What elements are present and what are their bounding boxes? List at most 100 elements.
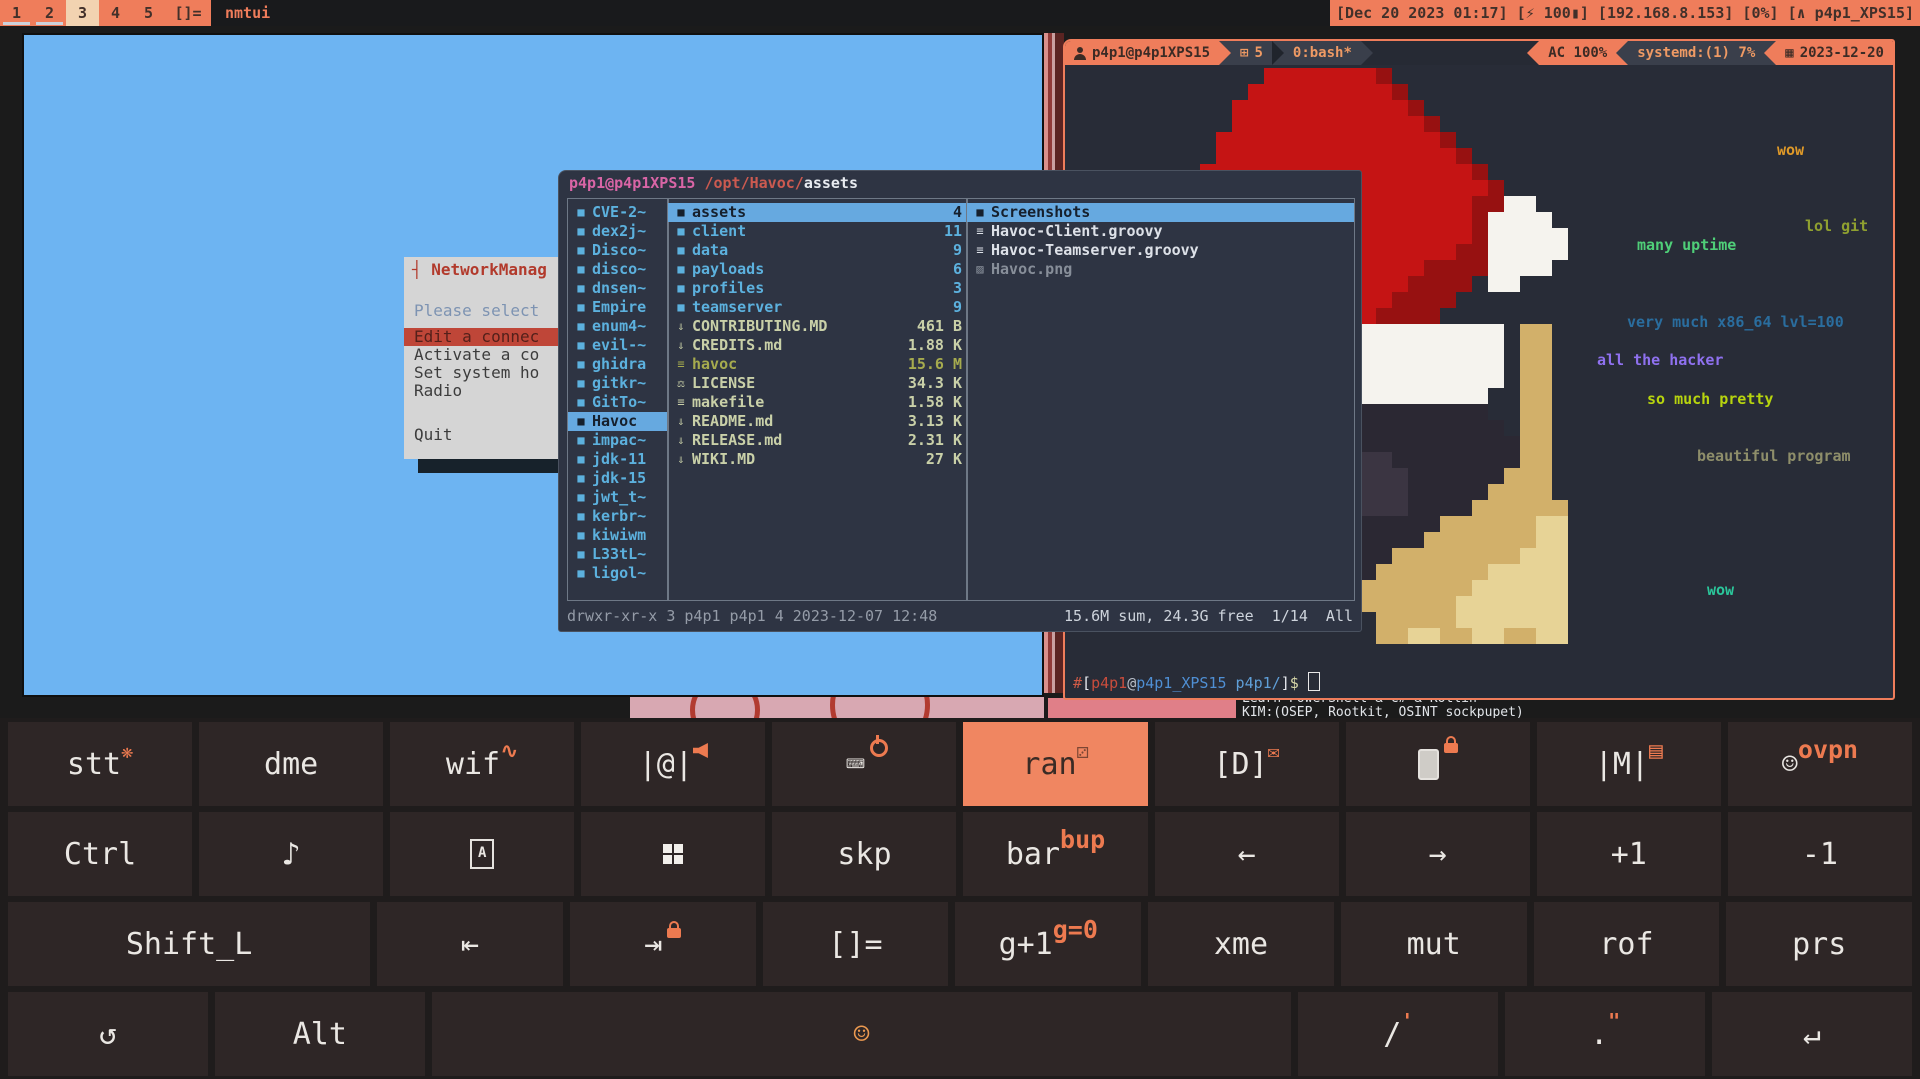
pixel xyxy=(1488,596,1504,612)
mc-panel-preview[interactable]: ■Screenshots≡Havoc-Client.groovy≡Havoc-T… xyxy=(966,198,1355,601)
key-skp[interactable]: skp xyxy=(772,812,956,896)
workspace-tag-4[interactable]: 4 xyxy=(99,0,132,26)
file-row-jdk-11[interactable]: ■jdk-11 xyxy=(568,450,668,469)
workspace-tag-3[interactable]: 3 xyxy=(66,0,99,26)
key-stt[interactable]: stt❋ xyxy=(8,722,192,806)
workspace-tag-5[interactable]: 5 xyxy=(132,0,165,26)
file-row-CVE-2~[interactable]: ■CVE-2~ xyxy=(568,203,668,222)
pixel xyxy=(1424,388,1440,404)
pixel xyxy=(1472,564,1488,580)
file-row-Havoc.png[interactable]: ▨Havoc.png xyxy=(967,260,1354,279)
pixel xyxy=(1408,436,1424,452)
key-undo[interactable]: ↺ xyxy=(8,992,208,1076)
key-enter[interactable]: ↵ xyxy=(1712,992,1912,1076)
spiderweb-icon: ❋ xyxy=(121,739,133,763)
key-m-book[interactable]: |M|▤ xyxy=(1537,722,1721,806)
file-row-CREDITS.md[interactable]: ⇓CREDITS.md1.88 K xyxy=(668,336,967,355)
key-prs[interactable]: prs xyxy=(1726,902,1912,986)
pixel xyxy=(1392,132,1408,148)
key-g-plus-1[interactable]: g+1g=0 xyxy=(955,902,1141,986)
file-row-jdk-15[interactable]: ■jdk-15 xyxy=(568,469,668,488)
file-row-Empire[interactable]: ■Empire xyxy=(568,298,668,317)
pixel xyxy=(1440,564,1456,580)
spiral-art xyxy=(830,695,930,719)
key-d-mail[interactable]: [D]✉ xyxy=(1155,722,1339,806)
key-tab-left[interactable]: ⇤ xyxy=(377,902,563,986)
key-shift-l[interactable]: Shift_L xyxy=(8,902,370,986)
file-row-kiwiwm[interactable]: ■kiwiwm xyxy=(568,526,668,545)
key-windows[interactable] xyxy=(581,812,765,896)
key-keyboard-power[interactable]: ⌨ xyxy=(772,722,956,806)
key-frame[interactable]: A xyxy=(390,812,574,896)
file-row-dnsen~[interactable]: ■dnsen~ xyxy=(568,279,668,298)
file-row-profiles[interactable]: ■profiles3 xyxy=(668,279,967,298)
file-row-jwt_t~[interactable]: ■jwt_t~ xyxy=(568,488,668,507)
file-name: Screenshots xyxy=(991,203,1352,222)
key-ovpn[interactable]: ☺ovpn xyxy=(1728,722,1912,806)
file-row-Havoc-Client.groovy[interactable]: ≡Havoc-Client.groovy xyxy=(967,222,1354,241)
shell-prompt[interactable]: #[p4p1@p4p1_XPS15 p4p1/]$ xyxy=(1073,672,1320,692)
file-row-makefile[interactable]: ≡makefile1.58 K xyxy=(668,393,967,412)
pixel xyxy=(1536,580,1552,596)
file-row-assets[interactable]: ■assets4 xyxy=(668,203,967,222)
key-tab-right-lock[interactable]: ⇥ xyxy=(570,902,756,986)
key-brackets-layout[interactable]: []= xyxy=(763,902,949,986)
file-row-gitkr~[interactable]: ■gitkr~ xyxy=(568,374,668,393)
key-dme[interactable]: dme xyxy=(199,722,383,806)
file-row-impac~[interactable]: ■impac~ xyxy=(568,431,668,450)
key-wif[interactable]: wif∿ xyxy=(390,722,574,806)
key-slash[interactable]: /' xyxy=(1298,992,1498,1076)
workspace-tag-[]=[interactable]: []= xyxy=(165,0,211,26)
file-row-data[interactable]: ■data9 xyxy=(668,241,967,260)
key-arrow-left[interactable]: ← xyxy=(1155,812,1339,896)
file-row-WIKI.MD[interactable]: ⇓WIKI.MD27 K xyxy=(668,450,967,469)
file-row-L33tL~[interactable]: ■L33tL~ xyxy=(568,545,668,564)
key-bar-bup[interactable]: barbup xyxy=(963,812,1147,896)
key-mut[interactable]: mut xyxy=(1341,902,1527,986)
file-row-havoc[interactable]: ≡havoc15.6 M xyxy=(668,355,967,374)
pixel xyxy=(1456,596,1472,612)
key-music[interactable]: ♪ xyxy=(199,812,383,896)
pixel xyxy=(1408,356,1424,372)
pixel xyxy=(1392,436,1408,452)
file-row-ghidra[interactable]: ■ghidra xyxy=(568,355,668,374)
file-row-RELEASE.md[interactable]: ⇓RELEASE.md2.31 K xyxy=(668,431,967,450)
file-row-CONTRIBUTING.MD[interactable]: ⇓CONTRIBUTING.MD461 B xyxy=(668,317,967,336)
key-space[interactable]: ☺ xyxy=(432,992,1292,1076)
key-label: ⇥ xyxy=(644,927,662,962)
file-row-payloads[interactable]: ■payloads6 xyxy=(668,260,967,279)
file-row-Screenshots[interactable]: ■Screenshots xyxy=(967,203,1354,222)
file-row-GitTo~[interactable]: ■GitTo~ xyxy=(568,393,668,412)
key-dot[interactable]: ." xyxy=(1505,992,1705,1076)
file-row-kerbr~[interactable]: ■kerbr~ xyxy=(568,507,668,526)
key-arrow-right[interactable]: → xyxy=(1346,812,1530,896)
file-row-dex2j~[interactable]: ■dex2j~ xyxy=(568,222,668,241)
file-row-evil-~[interactable]: ■evil-~ xyxy=(568,336,668,355)
mc-window[interactable]: p4p1@p4p1XPS15 /opt/Havoc/assets ■CVE-2~… xyxy=(558,170,1362,632)
workspace-tag-1[interactable]: 1 xyxy=(0,0,33,26)
file-row-ligol~[interactable]: ■ligol~ xyxy=(568,564,668,583)
mc-panel-directories[interactable]: ■CVE-2~■dex2j~■Disco~■disco~■dnsen~■Empi… xyxy=(567,198,669,601)
file-row-LICENSE[interactable]: ⚖LICENSE34.3 K xyxy=(668,374,967,393)
key-plus-1[interactable]: +1 xyxy=(1537,812,1721,896)
key-phone-lock[interactable] xyxy=(1346,722,1530,806)
key-xme[interactable]: xme xyxy=(1148,902,1334,986)
mc-panel-files[interactable]: ■assets4■client11■data9■payloads6■profil… xyxy=(667,198,968,601)
key-rof[interactable]: rof xyxy=(1534,902,1720,986)
menu-item-edit[interactable]: Edit a connec xyxy=(404,328,584,346)
file-row-teamserver[interactable]: ■teamserver9 xyxy=(668,298,967,317)
file-row-Havoc[interactable]: ■Havoc xyxy=(568,412,668,431)
key-at-volume[interactable]: |@| xyxy=(581,722,765,806)
workspace-tag-2[interactable]: 2 xyxy=(33,0,66,26)
key-alt[interactable]: Alt xyxy=(215,992,425,1076)
file-row-README.md[interactable]: ⇓README.md3.13 K xyxy=(668,412,967,431)
file-row-Havoc-Teamserver.groovy[interactable]: ≡Havoc-Teamserver.groovy xyxy=(967,241,1354,260)
file-row-Disco~[interactable]: ■Disco~ xyxy=(568,241,668,260)
key-minus-1[interactable]: -1 xyxy=(1728,812,1912,896)
file-row-disco~[interactable]: ■disco~ xyxy=(568,260,668,279)
pixel xyxy=(1408,116,1424,132)
file-row-enum4~[interactable]: ■enum4~ xyxy=(568,317,668,336)
key-ran[interactable]: ran⚂ xyxy=(963,722,1147,806)
key-ctrl[interactable]: Ctrl xyxy=(8,812,192,896)
file-row-client[interactable]: ■client11 xyxy=(668,222,967,241)
